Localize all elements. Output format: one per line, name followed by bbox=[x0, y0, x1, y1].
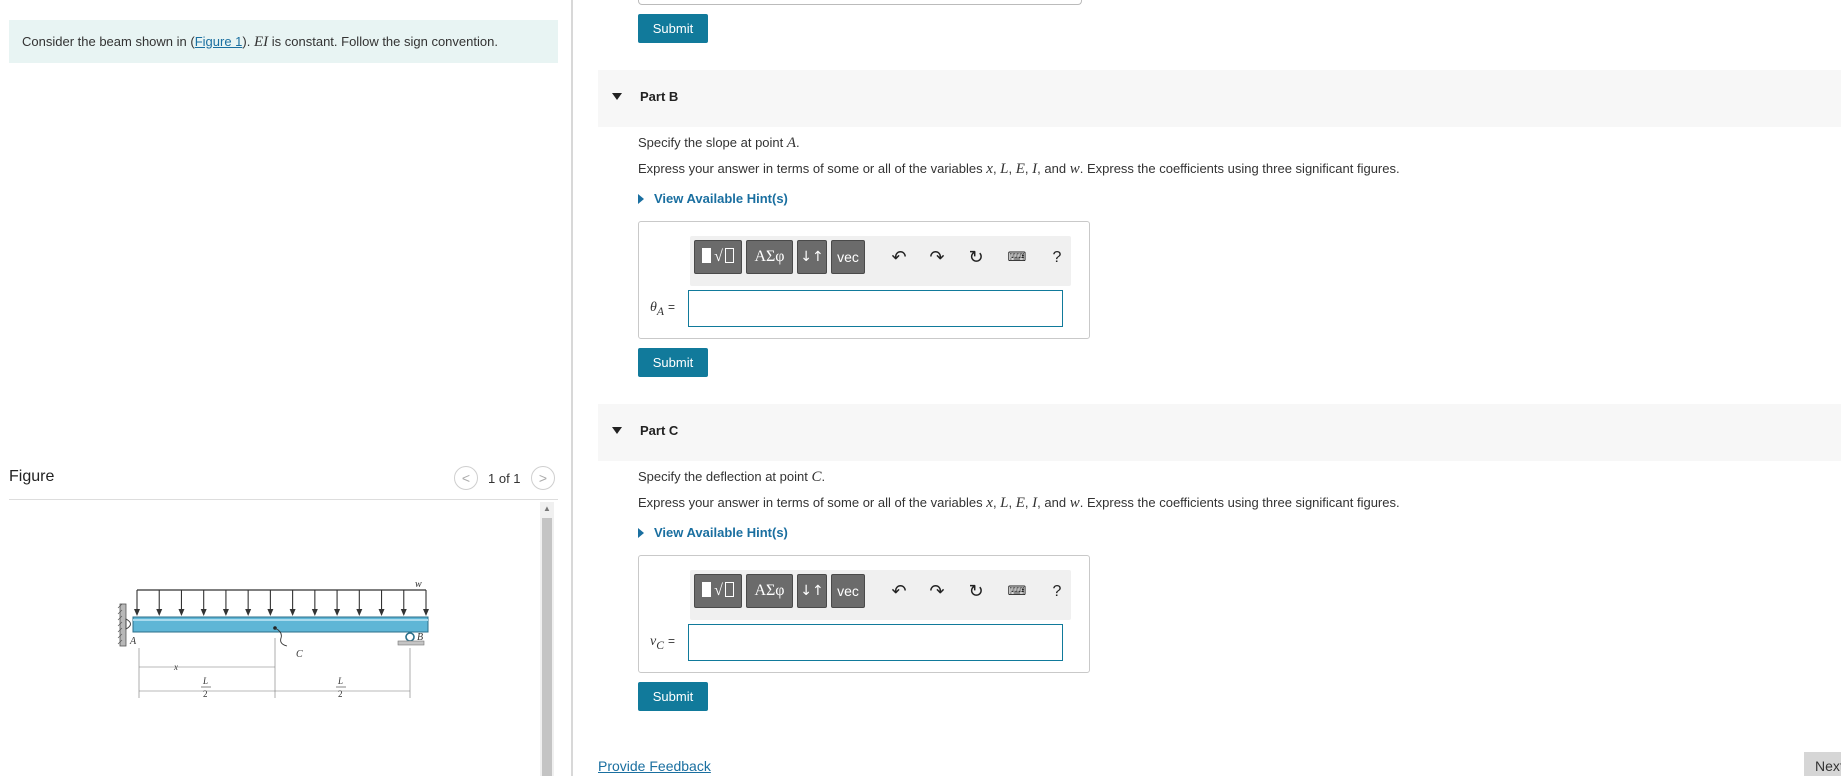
templates-button[interactable]: √ bbox=[694, 574, 742, 608]
load-arrowhead bbox=[156, 609, 163, 616]
caret-down-icon bbox=[612, 93, 622, 100]
load-arrowhead bbox=[311, 609, 318, 616]
next-figure-button[interactable]: > bbox=[531, 466, 555, 490]
label-half-den-1: 2 bbox=[203, 689, 208, 699]
submit-button-part-b[interactable]: Submit bbox=[638, 348, 708, 377]
part-b-instructions: Express your answer in terms of some or … bbox=[638, 161, 1400, 177]
distributed-load bbox=[134, 590, 429, 616]
redo-icon[interactable]: ↷ bbox=[925, 246, 949, 270]
scroll-up-arrow-icon[interactable]: ▲ bbox=[540, 502, 554, 516]
load-arrowhead bbox=[200, 609, 207, 616]
keyboard-icon[interactable]: ⌨ bbox=[1005, 246, 1029, 270]
view-hints-link-part-c[interactable]: View Available Hint(s) bbox=[638, 525, 788, 540]
subscript-button[interactable]: ↓↑ bbox=[797, 240, 827, 274]
pin-support bbox=[125, 618, 131, 630]
label-half-den-2: 2 bbox=[338, 689, 343, 699]
math-toolbar: √ ΑΣφ ↓↑ vec ↶ ↷ ↻ ⌨ ? bbox=[690, 236, 1071, 286]
part-c-header[interactable]: Part C bbox=[598, 404, 1841, 461]
load-arrowhead bbox=[334, 609, 341, 616]
label-b: B bbox=[417, 632, 423, 643]
undo-icon[interactable]: ↶ bbox=[887, 580, 911, 604]
part-c-question: Specify the deflection at point C. bbox=[638, 469, 826, 485]
submit-button-part-c[interactable]: Submit bbox=[638, 682, 708, 711]
submit-button-part-a[interactable]: Submit bbox=[638, 14, 708, 43]
part-b-question: Specify the slope at point A. bbox=[638, 135, 800, 151]
chevron-left-icon: < bbox=[461, 470, 471, 486]
label-l-half-2: L bbox=[337, 676, 343, 686]
part-c-instructions: Express your answer in terms of some or … bbox=[638, 495, 1400, 511]
chevron-right-icon: > bbox=[538, 470, 548, 486]
prev-figure-button[interactable]: < bbox=[454, 466, 478, 490]
redo-icon[interactable]: ↷ bbox=[925, 580, 949, 604]
subscript-button[interactable]: ↓↑ bbox=[797, 574, 827, 608]
keyboard-icon[interactable]: ⌨ bbox=[1005, 580, 1029, 604]
caret-right-icon bbox=[638, 194, 644, 204]
part-b-header[interactable]: Part B bbox=[598, 70, 1841, 127]
answer-label: vC = bbox=[650, 634, 676, 652]
label-l-half-1: L bbox=[202, 676, 208, 686]
intro-math: EI bbox=[253, 34, 269, 50]
label-c: C bbox=[296, 649, 303, 660]
answer-box-part-c: √ ΑΣφ ↓↑ vec ↶ ↷ ↻ ⌨ ? vC = bbox=[638, 555, 1090, 673]
panel-divider bbox=[571, 0, 573, 776]
vec-button[interactable]: vec bbox=[831, 240, 865, 274]
caret-down-icon bbox=[612, 427, 622, 434]
load-arrowhead bbox=[134, 609, 140, 616]
intro-suffix: is constant. Follow the sign convention. bbox=[268, 34, 498, 49]
load-arrowhead bbox=[222, 609, 229, 616]
part-b-title: Part B bbox=[640, 89, 679, 104]
reset-icon[interactable]: ↻ bbox=[964, 246, 988, 270]
answer-label: θA = bbox=[650, 300, 676, 318]
load-arrowhead bbox=[378, 609, 385, 616]
load-arrowhead bbox=[245, 609, 252, 616]
templates-button[interactable]: √ bbox=[694, 240, 742, 274]
wall-support bbox=[119, 603, 127, 647]
part-c-title: Part C bbox=[640, 423, 679, 438]
help-button[interactable]: ? bbox=[1045, 246, 1069, 270]
reset-icon[interactable]: ↻ bbox=[964, 580, 988, 604]
label-w: w bbox=[415, 579, 422, 590]
greek-button[interactable]: ΑΣφ bbox=[746, 240, 793, 274]
label-x: x bbox=[173, 662, 178, 672]
load-arrowhead bbox=[178, 609, 185, 616]
answer-box-part-b: √ ΑΣφ ↓↑ vec ↶ ↷ ↻ ⌨ ? θA = bbox=[638, 221, 1090, 339]
beam-diagram: w A B C x L 2 L 2 bbox=[117, 579, 429, 699]
provide-feedback-link[interactable]: Provide Feedback bbox=[598, 758, 711, 774]
figure-title: Figure bbox=[9, 468, 55, 485]
vec-button[interactable]: vec bbox=[831, 574, 865, 608]
sqrt-icon: √ bbox=[714, 582, 723, 599]
previous-answer-field[interactable] bbox=[638, 0, 1082, 5]
figure-link[interactable]: Figure 1 bbox=[195, 34, 243, 49]
figure-count: 1 of 1 bbox=[488, 471, 521, 486]
scrollbar-thumb[interactable] bbox=[542, 518, 552, 776]
load-arrowhead bbox=[289, 609, 296, 616]
load-arrowhead bbox=[423, 609, 429, 616]
left-panel: Consider the beam shown in (Figure 1). E… bbox=[0, 0, 566, 776]
caret-right-icon bbox=[638, 528, 644, 538]
figure-scrollbar[interactable]: ▲ bbox=[540, 502, 554, 776]
intro-prefix: Consider the beam shown in ( bbox=[22, 34, 195, 49]
load-arrowhead bbox=[267, 609, 274, 616]
view-hints-link-part-b[interactable]: View Available Hint(s) bbox=[638, 191, 788, 206]
help-button[interactable]: ? bbox=[1045, 580, 1069, 604]
answer-input-part-b[interactable] bbox=[688, 290, 1063, 327]
problem-intro: Consider the beam shown in (Figure 1). E… bbox=[9, 20, 558, 63]
answer-input-part-c[interactable] bbox=[688, 624, 1063, 661]
intro-after-link: ). bbox=[242, 34, 251, 49]
next-button[interactable]: Next bbox=[1804, 752, 1841, 776]
load-arrowhead bbox=[400, 609, 407, 616]
greek-button[interactable]: ΑΣφ bbox=[746, 574, 793, 608]
dimension-lines bbox=[138, 638, 411, 698]
math-toolbar: √ ΑΣφ ↓↑ vec ↶ ↷ ↻ ⌨ ? bbox=[690, 570, 1071, 620]
undo-icon[interactable]: ↶ bbox=[887, 246, 911, 270]
load-arrowhead bbox=[356, 609, 363, 616]
figure-header: Figure < 1 of 1 > bbox=[9, 466, 558, 500]
roller-support bbox=[405, 632, 415, 642]
sqrt-icon: √ bbox=[714, 248, 723, 265]
label-a: A bbox=[129, 636, 137, 647]
